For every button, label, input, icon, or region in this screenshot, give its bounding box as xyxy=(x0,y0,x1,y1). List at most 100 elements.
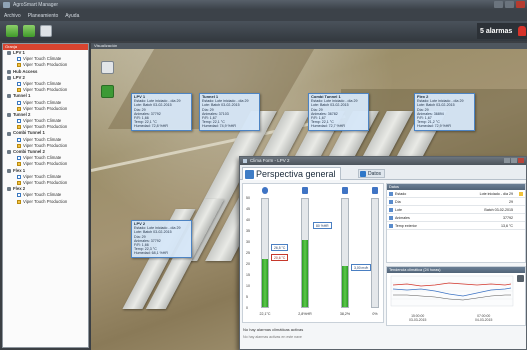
data-row-key: Animales xyxy=(395,216,410,220)
menu-planeamiento[interactable]: Planeamiento xyxy=(28,13,59,19)
house-info-line: Humedad: 74,9 %HR xyxy=(202,124,236,129)
climate-device-icon xyxy=(17,119,21,124)
data-row: Día 29 xyxy=(387,198,525,206)
production-device-icon xyxy=(17,162,21,167)
menu-ayuda[interactable]: Ayuda xyxy=(65,13,79,19)
tree-item-label: Viper Touch Production xyxy=(23,179,68,185)
data-row-value: Lote iniciado - día 29 xyxy=(479,192,513,196)
climate-device-icon xyxy=(17,57,21,62)
alarms-button[interactable]: 5 alarmas xyxy=(477,23,527,39)
gauge-scale-tick: 20 xyxy=(246,262,250,266)
data-row-key: Estado xyxy=(395,192,407,196)
data-row: Temp exterior 13,6 °C xyxy=(387,222,525,230)
draw-tool-icon[interactable] xyxy=(101,61,114,74)
maximize-button[interactable] xyxy=(505,1,514,8)
climate-device-icon xyxy=(17,193,21,198)
dialog-minimize-button[interactable] xyxy=(504,158,510,163)
climate-window-title[interactable]: Clima Form - LPV 2 xyxy=(240,157,526,165)
house-info-lpv2[interactable]: LPV 2 Estado: Lote iniciado - día 29 Lote:… xyxy=(131,220,192,258)
gauge-scale-tick: 40 xyxy=(246,218,250,222)
alarm-bell-icon xyxy=(518,26,526,36)
gauge-scale-tick: 10 xyxy=(246,284,250,288)
data-row: Lote Batch 03-02-2015 xyxy=(387,206,525,214)
tab-data-label: Datos xyxy=(368,171,382,177)
gauge-scale-tick: 30 xyxy=(246,240,250,244)
row-bullet-icon xyxy=(389,224,393,228)
climate-device-icon xyxy=(17,137,21,142)
window-title: AgroSmart Manager xyxy=(13,2,59,8)
close-button[interactable] xyxy=(516,1,525,8)
production-device-icon xyxy=(17,88,21,93)
gauge-scale-tick: 5 xyxy=(246,295,248,299)
gauge-bar-fill xyxy=(342,265,348,307)
house-group-icon xyxy=(7,94,11,99)
house-info-combi-tunnel1[interactable]: Combi Tunnel 1 Estado: Lote iniciado - dí… xyxy=(308,93,369,131)
minimize-button[interactable] xyxy=(494,1,503,8)
gauge-panel: 50 45 40 35 30 25 20 15 10 5 0 22,1°C 2,8%HR 38,2% 0% 2… xyxy=(242,183,384,323)
data-row-value: 13,6 °C xyxy=(500,224,513,228)
humidity-icon xyxy=(302,187,308,194)
data-row-value: Batch 03-02-2015 xyxy=(484,208,513,212)
gauge-value-label: 38,2% xyxy=(339,312,351,316)
trend-expand-icon[interactable] xyxy=(517,275,524,282)
info-icon xyxy=(360,171,366,177)
climate-device-icon xyxy=(17,100,21,105)
house-group-icon xyxy=(7,168,11,173)
gauge-bar-track xyxy=(261,198,269,308)
gauge-scale-tick: 25 xyxy=(246,251,250,255)
home-icon[interactable] xyxy=(6,25,18,37)
production-device-icon xyxy=(17,125,21,130)
production-device-icon xyxy=(17,199,21,204)
production-device-icon xyxy=(17,106,21,111)
house-info-flex2[interactable]: Flex 2 Estado: Lote iniciado - día 29 Lote… xyxy=(414,93,475,131)
house-info-lpv1[interactable]: LPV 1 Estado: Lote iniciado - día 29 Lote:… xyxy=(131,93,192,131)
tree-item-label: Viper Touch Production xyxy=(23,161,68,167)
water-icon xyxy=(372,187,378,194)
production-device-icon xyxy=(17,143,21,148)
row-bullet-icon xyxy=(389,208,393,212)
tab-overview[interactable]: Perspectiva general xyxy=(242,167,341,180)
gauge-bar-track xyxy=(371,198,379,308)
production-device-icon xyxy=(17,181,21,186)
gauge-scale-tick: 35 xyxy=(246,229,250,233)
trend-x-label-start: 15:00:00 03-03-2015 xyxy=(409,314,427,322)
tree-device-item[interactable]: Viper Touch Production xyxy=(3,199,88,205)
title-bar: AgroSmart Manager xyxy=(0,0,527,10)
data-row-value: 29 xyxy=(509,200,513,204)
settings-icon[interactable] xyxy=(40,25,52,37)
climate-device-icon xyxy=(17,174,21,179)
house-group-icon xyxy=(7,75,11,80)
gauge-bar-track xyxy=(341,198,349,308)
setpoint-callout: 3,00 m³/h xyxy=(351,264,372,271)
dialog-close-button[interactable] xyxy=(518,158,524,163)
edit-icon[interactable] xyxy=(23,25,35,37)
thermometer-icon xyxy=(262,187,268,194)
row-bullet-icon xyxy=(389,200,393,204)
gauge-bar-fill xyxy=(262,259,268,307)
climate-window: Clima Form - LPV 2 Perspectiva general D… xyxy=(239,156,527,350)
gauge-scale-tick: 0 xyxy=(246,306,248,310)
setpoint-callout: 20,6 °C xyxy=(271,254,289,261)
gauge-value-label: 2,8%HR xyxy=(298,312,312,316)
tree-item-label: Viper Touch Production xyxy=(23,198,68,204)
menu-archivo[interactable]: Archivo xyxy=(4,13,21,19)
house-group-icon xyxy=(7,131,11,136)
gauge-scale-tick: 15 xyxy=(246,273,250,277)
gauge-bar-track xyxy=(301,198,309,308)
alarm-status-text: No hay alarmas climáticas activas xyxy=(243,327,304,332)
row-bullet-icon xyxy=(389,216,393,220)
data-row: Animales 37792 xyxy=(387,214,525,222)
farm-tree: Granja LPV 1 Viper Touch Climate Viper Tou… xyxy=(2,43,89,348)
house-info-tunnel1[interactable]: Tunnel 1 Estado: Lote iniciado - día 29 Lo… xyxy=(199,93,260,131)
gauge-value-label: 22,1°C xyxy=(259,312,271,316)
dialog-tabs: Perspectiva general Datos xyxy=(240,165,526,180)
edit-icon[interactable] xyxy=(519,192,523,196)
dialog-maximize-button[interactable] xyxy=(511,158,517,163)
visibility-icon[interactable] xyxy=(101,85,114,98)
tab-data[interactable]: Datos xyxy=(358,169,386,178)
climate-device-icon xyxy=(17,156,21,161)
tab-overview-label: Perspectiva general xyxy=(256,169,336,179)
data-row-key: Lote xyxy=(395,208,402,212)
gauge-scale-tick: 45 xyxy=(246,207,250,211)
house-info-line: Humedad: 72,9 %HR xyxy=(417,124,451,129)
